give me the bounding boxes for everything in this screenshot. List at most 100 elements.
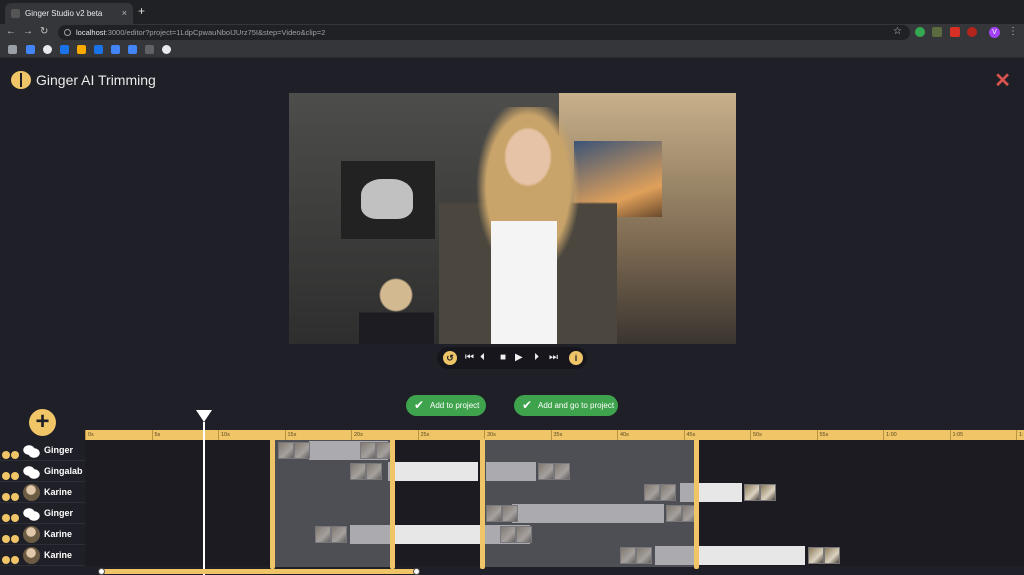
- selection-start-handle[interactable]: [270, 438, 275, 569]
- back-icon[interactable]: ←: [6, 26, 16, 37]
- track-name: Ginger: [44, 508, 74, 518]
- scroll-end-knob[interactable]: [413, 568, 420, 575]
- url-path: :3000/editor?project=1LdpCpwauNboIJUrz75…: [105, 28, 326, 37]
- track-name: Karine: [44, 487, 73, 497]
- url-host: localhost: [76, 28, 106, 37]
- info-icon[interactable]: [11, 493, 19, 501]
- selection-end-handle[interactable]: [694, 438, 699, 569]
- speaker-avatar: [23, 484, 40, 501]
- bookmark-icon[interactable]: [162, 45, 171, 54]
- selection-end-handle[interactable]: [390, 438, 395, 569]
- check-icon: ✔: [414, 398, 425, 412]
- bookmark-icon[interactable]: [128, 45, 137, 54]
- extension-icon[interactable]: [915, 27, 925, 37]
- step-forward-icon[interactable]: ⏵: [534, 350, 539, 366]
- chat-bubbles-icon: [23, 505, 40, 522]
- playhead-line[interactable]: [203, 422, 205, 575]
- seated-man-image: [359, 278, 434, 344]
- track-controls: [2, 551, 20, 569]
- timeline-scrollbar[interactable]: [98, 568, 420, 575]
- add-to-project-label: Add to project: [430, 401, 480, 410]
- playhead-handle[interactable]: [196, 410, 212, 422]
- ruler-tick: 25s: [417, 430, 429, 440]
- track-name: Karine: [44, 550, 73, 560]
- editor-app: Ginger AI Trimming ✕ ↺ ⏮ ⏴ ■ ▶ ⏵ ⏭ i ✔ A…: [0, 58, 1024, 575]
- track-name: Ginger: [44, 445, 74, 455]
- bookmark-icon[interactable]: [77, 45, 86, 54]
- info-icon[interactable]: [11, 514, 19, 522]
- extension-icon[interactable]: [950, 27, 960, 37]
- next-clip-icon[interactable]: ⏭: [549, 350, 558, 366]
- reload-icon[interactable]: ↻: [40, 26, 48, 37]
- speaker-avatar: [23, 526, 40, 543]
- mute-icon[interactable]: [2, 472, 10, 480]
- ruler-tick: 35s: [550, 430, 562, 440]
- bookmark-icon[interactable]: [60, 45, 69, 54]
- browser-tab-bar: Ginger Studio v2 beta × +: [0, 0, 1024, 24]
- new-tab-button[interactable]: +: [138, 4, 145, 18]
- tab-title: Ginger Studio v2 beta: [25, 9, 103, 18]
- stop-icon[interactable]: ■: [500, 350, 506, 366]
- tab-close-icon[interactable]: ×: [122, 3, 127, 24]
- clip-thumbnail[interactable]: [824, 547, 840, 564]
- transcript-clip[interactable]: [388, 462, 478, 481]
- info-icon[interactable]: [11, 451, 19, 459]
- apps-icon[interactable]: [8, 45, 17, 54]
- play-icon[interactable]: ▶: [515, 350, 523, 366]
- browser-menu-icon[interactable]: ⋮: [1008, 26, 1018, 37]
- ruler-tick: 1:10: [1016, 430, 1024, 440]
- mute-icon[interactable]: [2, 493, 10, 501]
- mute-icon[interactable]: [2, 556, 10, 564]
- bookmark-icon[interactable]: [43, 45, 52, 54]
- page-title: Ginger AI Trimming: [36, 72, 156, 88]
- info-icon[interactable]: [11, 472, 19, 480]
- loop-icon[interactable]: ↺: [443, 351, 457, 365]
- profile-avatar[interactable]: V: [989, 27, 1000, 38]
- ruler-tick: 40s: [617, 430, 629, 440]
- info-icon[interactable]: [11, 556, 19, 564]
- ruler-tick: 1:05: [949, 430, 963, 440]
- butterfly-frame-image: [341, 161, 435, 239]
- ruler-tick: 50s: [750, 430, 762, 440]
- check-icon: ✔: [522, 398, 533, 412]
- step-back-icon[interactable]: ⏴: [480, 350, 485, 366]
- chat-bubbles-icon: [23, 463, 40, 480]
- chat-bubbles-icon: [23, 442, 40, 459]
- clip-thumbnail[interactable]: [760, 484, 776, 501]
- add-and-go-button[interactable]: ✔ Add and go to project: [514, 395, 618, 416]
- scroll-start-knob[interactable]: [98, 568, 105, 575]
- bookmark-icon[interactable]: [26, 45, 35, 54]
- bookmark-icon[interactable]: [111, 45, 120, 54]
- bookmark-icon[interactable]: [94, 45, 103, 54]
- forward-icon[interactable]: →: [23, 26, 33, 37]
- selection-start-handle[interactable]: [480, 438, 485, 569]
- clip-thumbnail[interactable]: [744, 484, 760, 501]
- selection-region[interactable]: [274, 440, 392, 567]
- ruler-tick: 5s: [151, 430, 160, 440]
- site-info-icon[interactable]: [64, 29, 71, 36]
- ruler-tick: 55s: [816, 430, 828, 440]
- close-icon[interactable]: ✕: [994, 68, 1011, 93]
- add-to-project-button[interactable]: ✔ Add to project: [406, 395, 486, 416]
- timeline-ruler[interactable]: 0s 5s 10s 15s 20s 25s 30s 35s 40s 45s 50s 55s 1:00 1:…: [85, 430, 1024, 440]
- mute-icon[interactable]: [2, 451, 10, 459]
- previous-clip-icon[interactable]: ⏮: [465, 350, 474, 366]
- mute-icon[interactable]: [2, 514, 10, 522]
- selection-region[interactable]: [483, 440, 697, 567]
- video-preview[interactable]: [289, 93, 736, 344]
- info-icon[interactable]: [11, 535, 19, 543]
- browser-tab[interactable]: Ginger Studio v2 beta ×: [5, 3, 133, 24]
- add-and-go-label: Add and go to project: [538, 401, 615, 410]
- extension-icon[interactable]: [932, 27, 942, 37]
- extension-icon[interactable]: [967, 27, 977, 37]
- bookmark-star-icon[interactable]: ☆: [893, 26, 902, 37]
- add-track-button[interactable]: +: [29, 409, 56, 436]
- ruler-tick: 0s: [85, 430, 94, 440]
- track-name: Gingalab: [44, 466, 83, 476]
- address-bar[interactable]: localhost:3000/editor?project=1LdpCpwauN…: [58, 25, 910, 40]
- info-icon[interactable]: i: [569, 351, 583, 365]
- mute-icon[interactable]: [2, 535, 10, 543]
- clip-thumbnail[interactable]: [808, 547, 824, 564]
- browser-toolbar: ← → ↻ localhost:3000/editor?project=1Ldp…: [0, 24, 1024, 41]
- bookmark-icon[interactable]: [145, 45, 154, 54]
